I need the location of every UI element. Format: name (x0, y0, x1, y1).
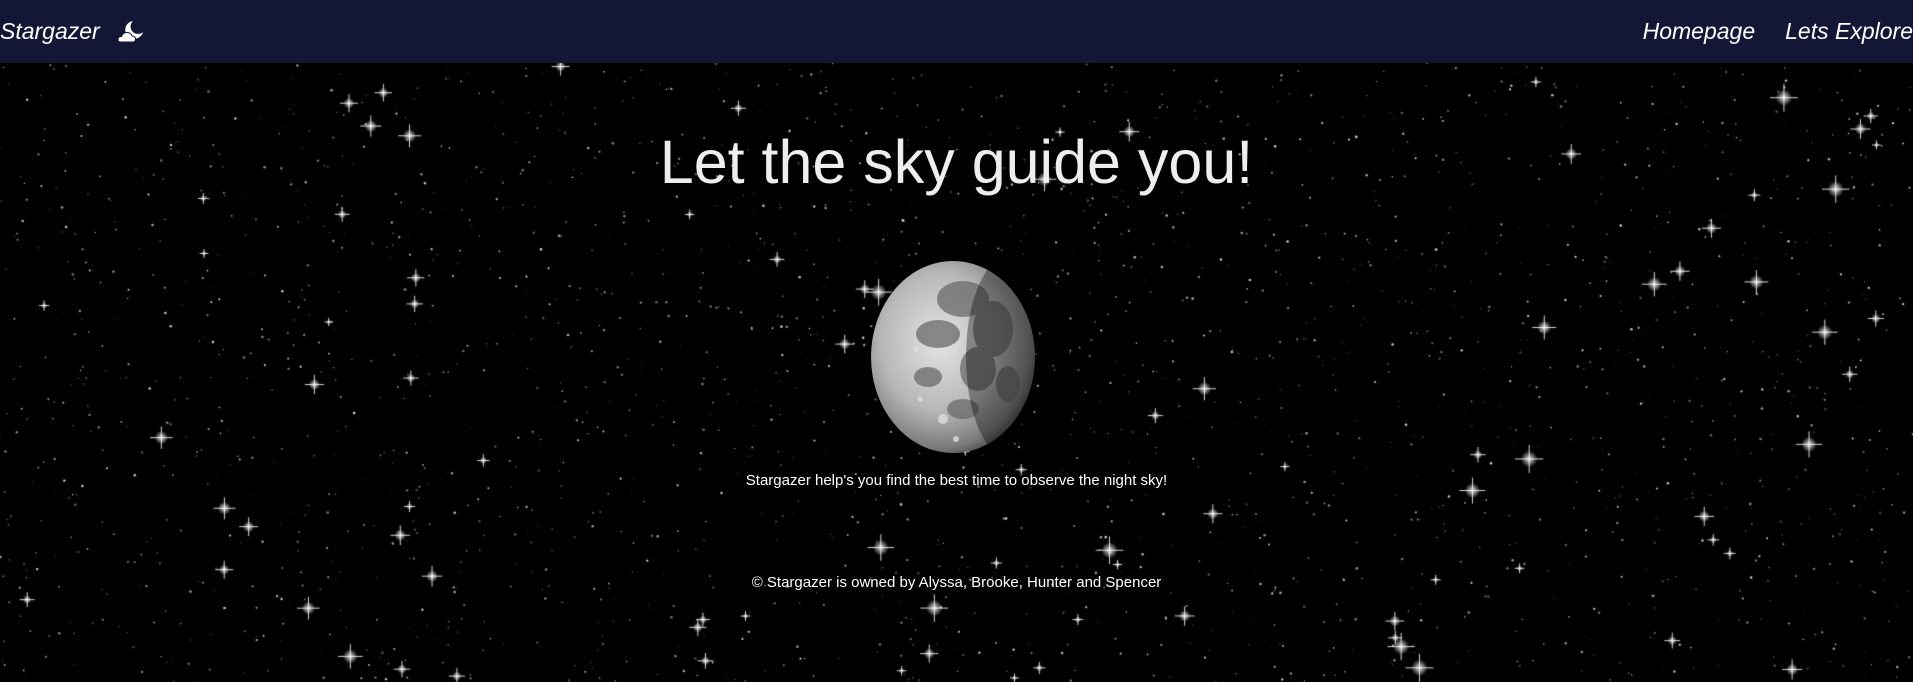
hero-tagline: Stargazer help's you find the best time … (745, 472, 1168, 489)
hero-section: Let the sky guide you! Stargazer help's … (0, 63, 1913, 682)
nav-links: Homepage Lets Explore (1643, 18, 1913, 45)
hero-headline: Let the sky guide you! (659, 128, 1254, 196)
moon-cloud-icon (116, 19, 146, 45)
hero-content: Let the sky guide you! Stargazer help's … (0, 63, 1913, 682)
brand-link[interactable]: Stargazer (0, 18, 146, 45)
navbar: Stargazer Homepage Lets Explore (0, 0, 1913, 63)
brand-label: Stargazer (0, 18, 100, 44)
footer-copyright: © Stargazer is owned by Alyssa, Brooke, … (751, 574, 1162, 591)
moon-icon (868, 259, 1038, 455)
nav-link-homepage[interactable]: Homepage (1643, 18, 1756, 45)
nav-link-lets-explore[interactable]: Lets Explore (1785, 18, 1913, 45)
